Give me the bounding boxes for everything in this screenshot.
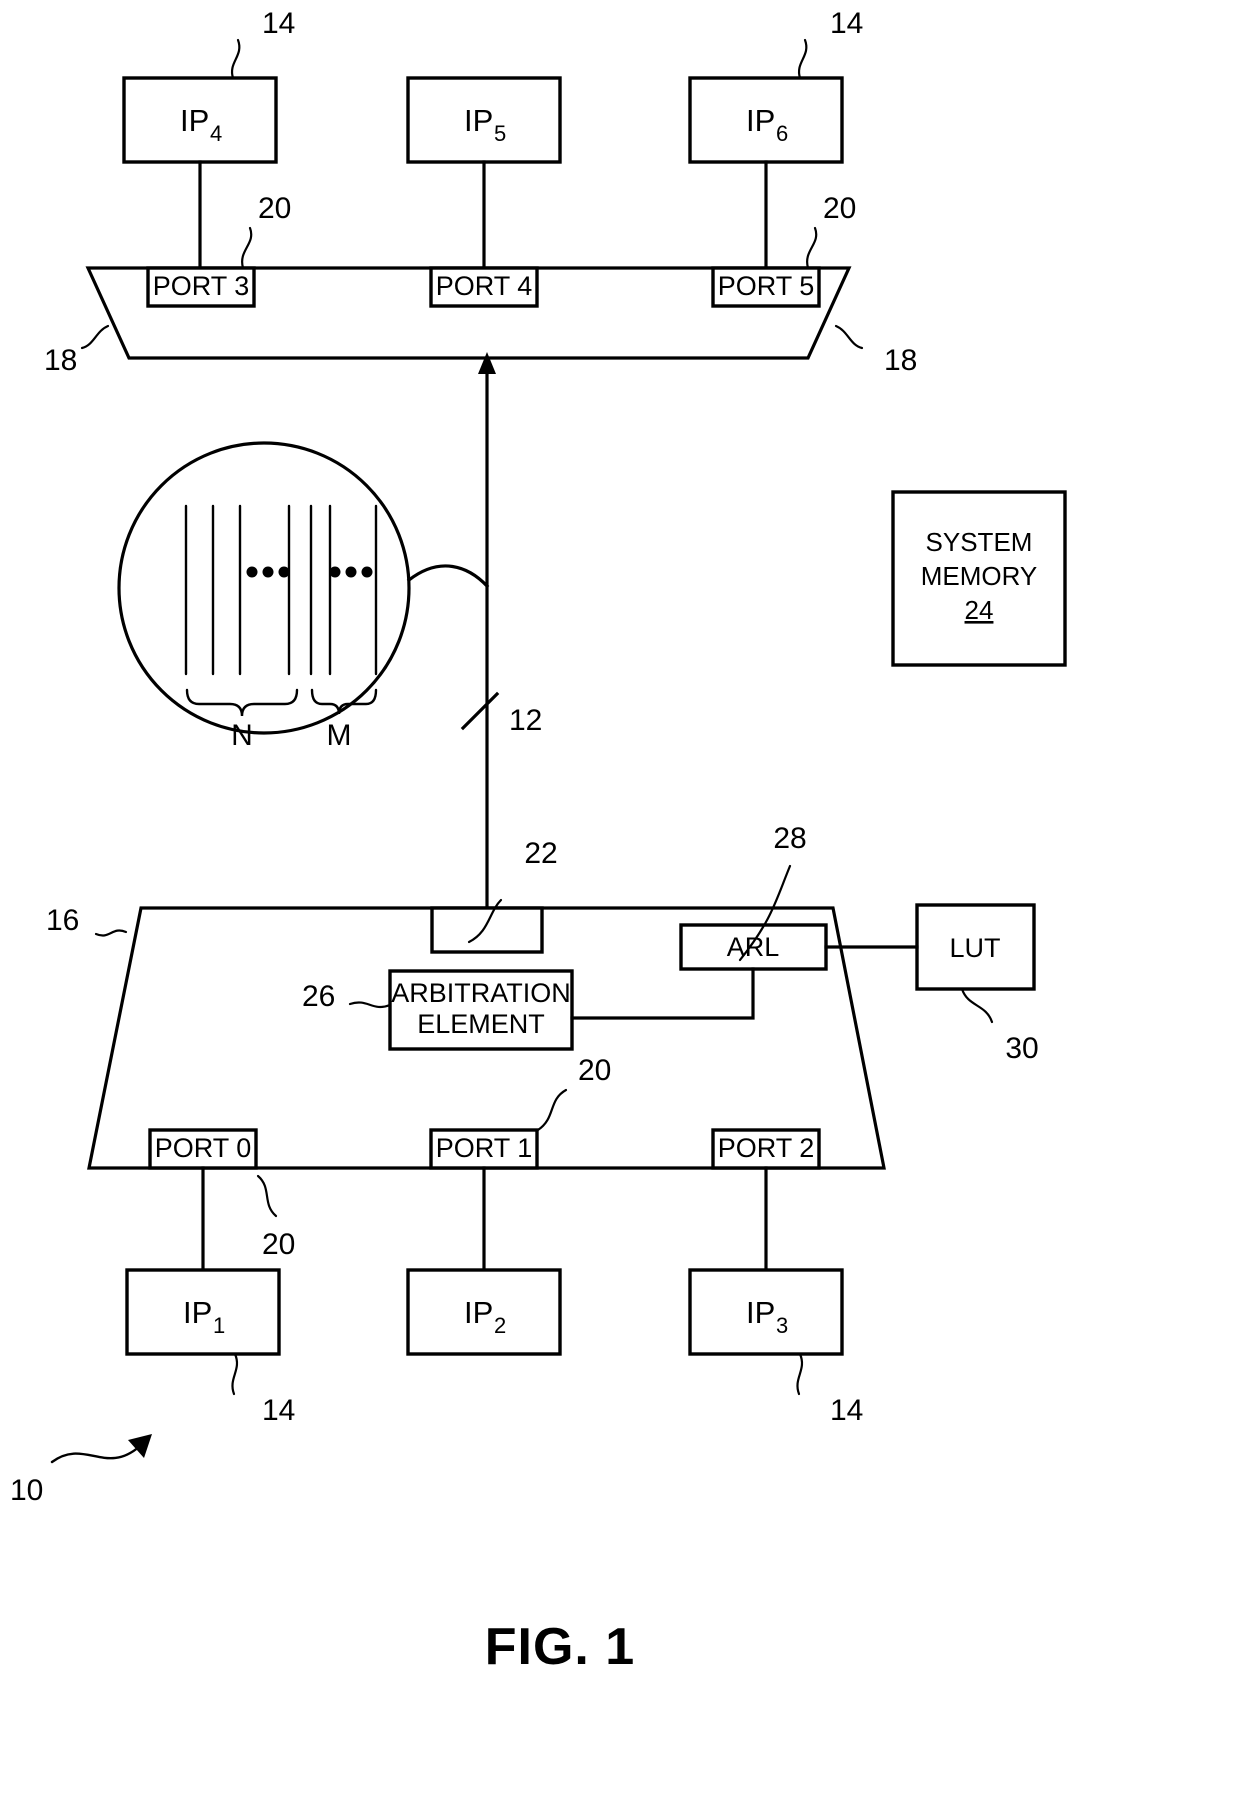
bottom-ip-block-1: IP 1	[125, 1268, 281, 1356]
bottom-port-0: PORT 0	[148, 1128, 258, 1272]
system-memory-block: SYSTEM MEMORY 24	[891, 490, 1067, 667]
ref-18-right: 18	[834, 324, 917, 377]
ip-block-subscript: 5	[494, 121, 506, 146]
bus-detail-circle: N M	[117, 441, 411, 752]
port-label: PORT 3	[153, 271, 250, 301]
ip-block-subscript: 2	[494, 1313, 506, 1338]
port-label: PORT 1	[436, 1133, 533, 1163]
bottom-ip-block-2: IP 2	[406, 1268, 562, 1356]
ref-26-leader: 26	[302, 980, 392, 1013]
ref-20-top-left: 20	[241, 192, 291, 270]
reference-number: 20	[258, 192, 291, 225]
reference-number: 20	[823, 192, 856, 225]
arbitration-line1: ARBITRATION	[391, 978, 571, 1008]
ip-block-label: IP	[464, 1295, 493, 1330]
top-ip-block-5: IP 5	[406, 76, 562, 270]
bus-interface-block	[430, 906, 544, 954]
arbitration-element-block: ARBITRATION ELEMENT	[388, 967, 755, 1051]
arbitration-line2: ELEMENT	[417, 1009, 545, 1039]
overall-reference-arrow: 10	[10, 1434, 152, 1507]
ref-14-bottom-right: 14	[796, 1352, 863, 1427]
bus-group-n-label: N	[231, 719, 253, 752]
reference-number: 18	[884, 344, 917, 377]
reference-number: 30	[1005, 1032, 1038, 1065]
ref-14-top-left: 14	[230, 7, 295, 80]
reference-number: 16	[46, 904, 79, 937]
port-label: PORT 5	[718, 271, 815, 301]
system-memory-line1: SYSTEM	[926, 527, 1033, 557]
bus-group-m-label: M	[327, 719, 352, 752]
ip-block-subscript: 3	[776, 1313, 788, 1338]
ref-20-top-right: 20	[806, 192, 856, 270]
top-ip-block-4: IP 4	[122, 76, 278, 270]
ref-20-bottom-upper: 20	[536, 1054, 611, 1132]
bottom-port-1: PORT 1	[429, 1128, 539, 1272]
top-ip-block-6: IP 6	[688, 76, 844, 270]
ip-block-label: IP	[180, 103, 209, 138]
port-label: PORT 2	[718, 1133, 815, 1163]
patent-figure-page: IP 4 IP 5 IP 6 14 14 PORT 3 PORT 4 PORT …	[0, 0, 1240, 1796]
port-label: PORT 0	[155, 1133, 252, 1163]
reference-number: 28	[773, 822, 806, 855]
top-port-3: PORT 3	[146, 266, 256, 308]
figure-caption: FIG. 1	[485, 1618, 635, 1676]
lut-block: LUT	[824, 903, 1036, 991]
top-port-5: PORT 5	[711, 266, 821, 308]
bottom-ip-block-3: IP 3	[688, 1268, 844, 1356]
reference-number: 20	[578, 1054, 611, 1087]
ip-block-subscript: 4	[210, 121, 222, 146]
arl-block: ARL	[679, 923, 828, 971]
reference-number: 20	[262, 1228, 295, 1261]
reference-number: 22	[524, 837, 557, 870]
top-port-4: PORT 4	[429, 266, 539, 308]
detail-callout-line	[406, 564, 490, 589]
ref-14-top-right: 14	[797, 7, 863, 80]
ref-18-left: 18	[44, 324, 110, 377]
ref-16-leader: 16	[46, 904, 128, 937]
system-memory-line2: MEMORY	[921, 561, 1038, 591]
reference-number: 18	[44, 344, 77, 377]
ip-block-label: IP	[183, 1295, 212, 1330]
ref-30-leader: 30	[960, 987, 1039, 1065]
reference-number: 14	[830, 7, 863, 40]
ref-20-bottom-lower: 20	[256, 1174, 295, 1261]
bus-connection: 12	[460, 352, 542, 918]
bottom-port-2: PORT 2	[711, 1128, 821, 1272]
reference-number: 14	[830, 1394, 863, 1427]
ip-block-subscript: 1	[213, 1313, 225, 1338]
system-memory-ref: 24	[965, 595, 994, 625]
reference-number: 14	[262, 7, 295, 40]
reference-number: 10	[10, 1474, 43, 1507]
ip-block-label: IP	[746, 1295, 775, 1330]
ip-block-label: IP	[746, 103, 775, 138]
port-label: PORT 4	[436, 271, 533, 301]
reference-number: 12	[509, 704, 542, 737]
reference-number: 14	[262, 1394, 295, 1427]
reference-number: 26	[302, 980, 335, 1013]
arl-label: ARL	[727, 932, 780, 962]
figure-canvas: IP 4 IP 5 IP 6 14 14 PORT 3 PORT 4 PORT …	[10, 7, 1067, 1676]
ref-14-bottom-left: 14	[231, 1352, 295, 1427]
lut-label: LUT	[949, 933, 1000, 963]
ip-block-label: IP	[464, 103, 493, 138]
ip-block-subscript: 6	[776, 121, 788, 146]
